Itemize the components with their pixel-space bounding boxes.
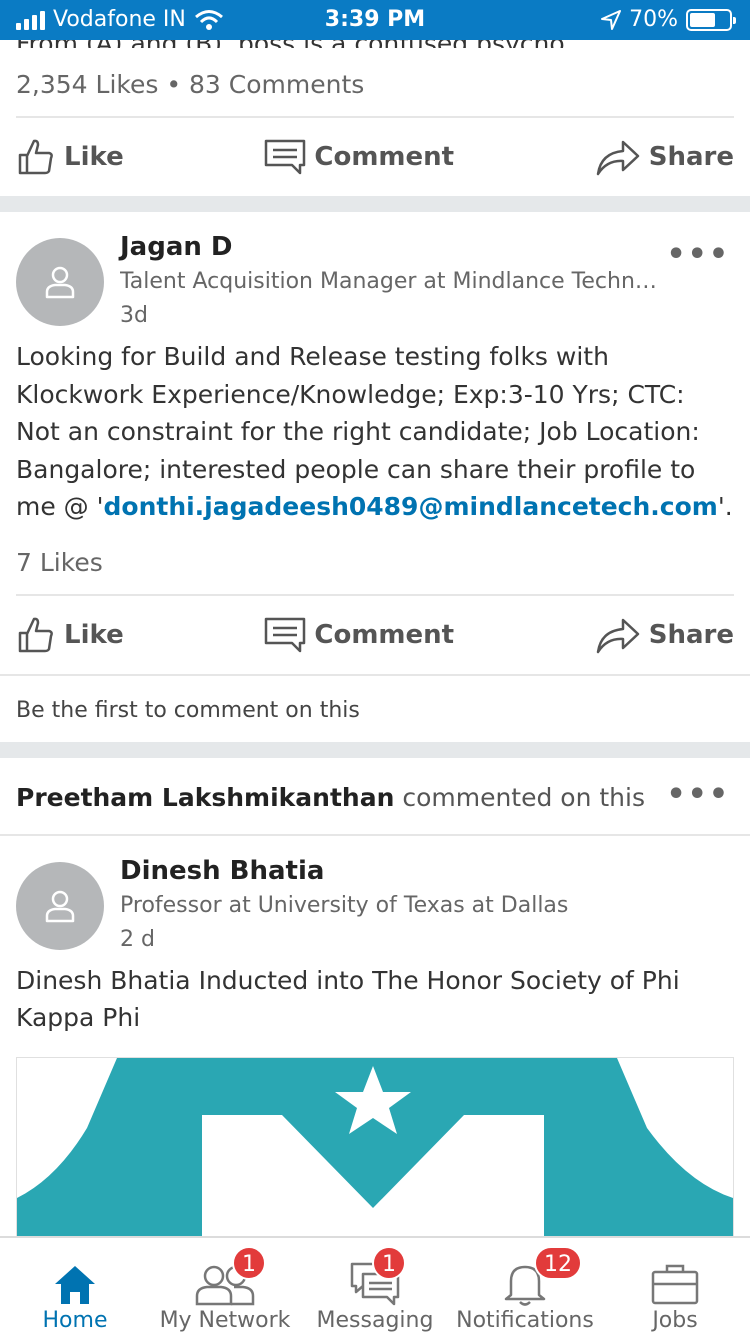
share-arrow-icon	[596, 140, 639, 176]
avatar[interactable]	[16, 238, 104, 326]
person-icon	[45, 266, 75, 299]
comment-button[interactable]: Comment	[264, 139, 454, 175]
email-link[interactable]: donthi.jagadeesh0489@mindlancetech.com	[104, 492, 718, 521]
post-time: 3d	[120, 303, 148, 328]
commented-text: commented on this	[394, 782, 645, 812]
post-actions: Like Comment Share	[0, 596, 750, 674]
previous-post-stats[interactable]: 2,354 Likes • 83 Comments	[0, 48, 750, 116]
post-header[interactable]: Dinesh Bhatia Professor at University of…	[0, 836, 750, 962]
tab-jobs[interactable]: Jobs	[600, 1238, 750, 1334]
more-options-icon[interactable]: •••	[666, 240, 730, 270]
post-time: 2 d	[120, 926, 155, 952]
previous-post-actions: Like Comment Share	[0, 118, 750, 196]
location-arrow-icon	[601, 9, 622, 30]
social-context-header[interactable]: Preetham Lakshmikanthan commented on thi…	[0, 758, 750, 836]
share-button[interactable]: Share	[595, 137, 734, 177]
post-card: Preetham Lakshmikanthan commented on thi…	[0, 757, 750, 1236]
notification-badge: 1	[372, 1246, 406, 1280]
tab-messaging[interactable]: Messaging 1	[300, 1238, 450, 1334]
like-button[interactable]: Like	[16, 615, 124, 655]
comment-icon	[265, 617, 306, 652]
feed-separator	[0, 196, 750, 212]
status-bar: Vodafone IN 3:39 PM 70%	[0, 0, 750, 40]
honor-society-logo-image	[17, 1057, 733, 1236]
author-headline: Talent Acquisition Manager at Mindlance …	[120, 269, 657, 294]
tab-my-network[interactable]: My Network 1	[150, 1238, 300, 1334]
tab-home[interactable]: Home	[0, 1238, 150, 1334]
share-label: Share	[648, 142, 734, 172]
thumbs-up-icon	[18, 617, 53, 652]
person-icon	[45, 890, 75, 922]
share-button[interactable]: Share	[595, 615, 734, 655]
comment-label: Comment	[314, 619, 455, 650]
like-label: Like	[64, 619, 124, 650]
first-comment-prompt[interactable]: Be the first to comment on this	[0, 673, 750, 742]
tab-label: Messaging	[316, 1308, 434, 1333]
previous-post-text: From (A) and (B), boss is a confused psy…	[0, 40, 750, 48]
thumbs-up-icon	[18, 139, 53, 175]
status-right: 70%	[601, 7, 736, 32]
tab-notifications[interactable]: Notifications 12	[450, 1238, 600, 1334]
author-name[interactable]: Dinesh Bhatia	[120, 856, 324, 886]
battery-percent: 70%	[629, 7, 678, 32]
like-button[interactable]: Like	[16, 137, 124, 177]
notification-badge: 12	[534, 1246, 582, 1280]
battery-icon	[686, 8, 736, 31]
like-label: Like	[64, 142, 124, 172]
more-options-icon[interactable]: •••	[666, 779, 730, 809]
post-image[interactable]	[16, 1056, 734, 1236]
comment-icon	[265, 139, 306, 175]
commenter-name[interactable]: Preetham Lakshmikanthan	[16, 783, 394, 812]
previous-post: From (A) and (B), boss is a confused psy…	[0, 40, 750, 196]
post-stats[interactable]: 7 Likes	[0, 526, 750, 594]
post-card: Jagan D Talent Acquisition Manager at Mi…	[0, 212, 750, 742]
comment-label: Comment	[314, 142, 455, 172]
notification-badge: 1	[232, 1246, 266, 1280]
avatar[interactable]	[16, 861, 104, 950]
tab-label: Home	[42, 1308, 108, 1333]
author-headline: Professor at University of Texas at Dall…	[120, 892, 569, 918]
share-label: Share	[648, 619, 734, 650]
briefcase-icon	[651, 1264, 699, 1305]
author-name[interactable]: Jagan D	[120, 232, 233, 262]
bottom-tab-bar: Home My Network 1 Messaging 1 Notificati…	[0, 1236, 750, 1334]
tab-label: My Network	[159, 1308, 291, 1333]
post-body-end: '.	[717, 492, 733, 521]
tab-label: Jobs	[652, 1308, 698, 1333]
feed[interactable]: From (A) and (B), boss is a confused psy…	[0, 40, 750, 1236]
post-header[interactable]: Jagan D Talent Acquisition Manager at Mi…	[0, 212, 750, 338]
comment-button[interactable]: Comment	[264, 617, 454, 653]
share-arrow-icon	[596, 618, 639, 653]
home-icon	[55, 1266, 95, 1304]
tab-label: Notifications	[456, 1308, 594, 1333]
post-body: Looking for Build and Release testing fo…	[0, 338, 750, 526]
post-body: Dinesh Bhatia Inducted into The Honor So…	[16, 965, 680, 1033]
